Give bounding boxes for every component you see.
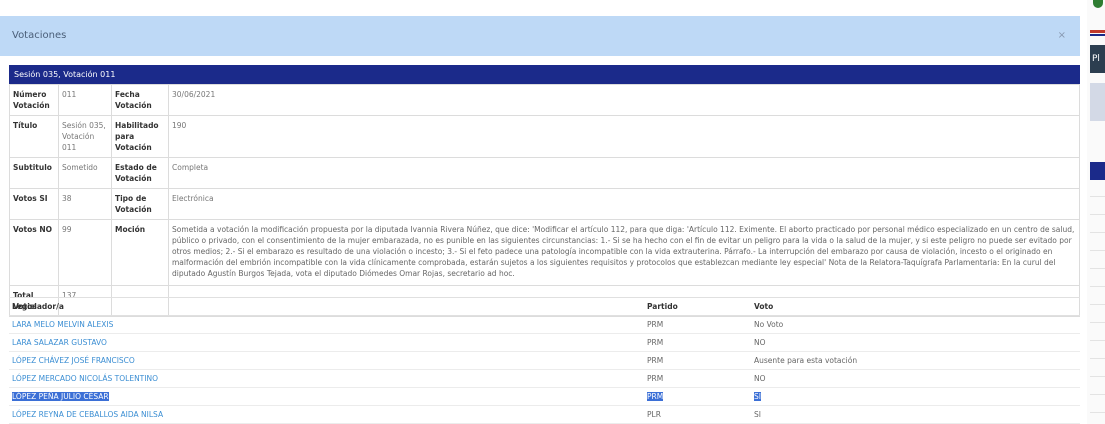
- mocion-label: Moción: [111, 219, 169, 286]
- titulo-value: Sesión 035, Votación 011: [58, 115, 112, 158]
- legislator-link[interactable]: LÓPEZ CHÁVEZ JOSÉ FRANCISCO: [12, 356, 135, 365]
- numero-votacion-label: Número Votación: [9, 84, 59, 116]
- background-row: [1090, 268, 1105, 269]
- background-row: [1090, 214, 1105, 215]
- voto-cell: Ausente para esta votación: [751, 351, 1080, 370]
- legislator-link[interactable]: LÓPEZ MERCADO NICOLÁS TOLENTINO: [12, 374, 158, 383]
- habilitado-label: Habilitado para Votación: [111, 115, 169, 158]
- voto-cell: SI: [754, 392, 761, 401]
- legislator-link[interactable]: LÓPEZ REYNA DE CEBALLOS AIDA NILSA: [12, 410, 163, 419]
- background-row: [1090, 340, 1105, 341]
- voto-cell: SI: [751, 405, 1080, 424]
- habilitado-value: 190: [168, 115, 1080, 158]
- partido-cell: PRM: [644, 351, 751, 370]
- mocion-value: Sometida a votación la modificación prop…: [168, 219, 1080, 286]
- background-page: Pl: [1087, 0, 1105, 424]
- voto-header[interactable]: Voto: [751, 297, 1080, 316]
- table-row: LÓPEZ REYNA DE CEBALLOS AIDA NILSA PLR S…: [9, 405, 1080, 424]
- vote-info-table: Número Votación 011 Fecha Votación 30/06…: [9, 84, 1080, 317]
- voto-cell: No Voto: [751, 315, 1080, 334]
- votos-si-label: Votos SI: [9, 188, 59, 220]
- estado-value: Completa: [168, 157, 1080, 189]
- table-row: LARA SALAZAR GUSTAVO PRM NO: [9, 333, 1080, 352]
- legislator-link[interactable]: LÓPEZ PEÑA JULIO CÉSAR: [12, 392, 109, 401]
- table-row: LÓPEZ CHÁVEZ JOSÉ FRANCISCO PRM Ausente …: [9, 351, 1080, 370]
- partido-header[interactable]: Partido: [644, 297, 751, 316]
- background-row: [1090, 196, 1105, 197]
- background-band: [1090, 83, 1105, 121]
- tipo-value: Electrónica: [168, 188, 1080, 220]
- background-row: [1090, 376, 1105, 377]
- session-header: Sesión 035, Votación 011: [9, 65, 1080, 84]
- background-bar: [1090, 162, 1105, 180]
- logo-icon: [1093, 0, 1103, 8]
- voto-cell: NO: [751, 369, 1080, 388]
- votos-no-label: Votos NO: [9, 219, 59, 286]
- table-row-selected: LÓPEZ PEÑA JULIO CÉSAR PRM SI: [9, 387, 1080, 406]
- votos-si-value: 38: [58, 188, 112, 220]
- background-row: [1090, 250, 1105, 251]
- legislator-link[interactable]: LARA SALAZAR GUSTAVO: [12, 338, 107, 347]
- table-row: LÓPEZ MERCADO NICOLÁS TOLENTINO PRM NO: [9, 369, 1080, 388]
- estado-label: Estado de Votación: [111, 157, 169, 189]
- background-nav: Pl: [1090, 45, 1105, 73]
- partido-cell: PRM: [644, 369, 751, 388]
- background-row: [1090, 358, 1105, 359]
- table-row: LARA MELO MELVIN ALEXIS PRM No Voto: [9, 315, 1080, 334]
- partido-cell: PRM: [644, 315, 751, 334]
- background-row: [1090, 232, 1105, 233]
- legislators-table: Legislador/a Partido Voto LARA MELO MELV…: [9, 297, 1080, 424]
- tipo-label: Tipo de Votación: [111, 188, 169, 220]
- titulo-label: Título: [9, 115, 59, 158]
- background-row: [1090, 286, 1105, 287]
- background-accent-red: [1090, 30, 1105, 33]
- modal-title: Votaciones: [12, 30, 67, 41]
- background-row: [1090, 322, 1105, 323]
- background-row: [1090, 412, 1105, 413]
- subtitulo-value: Sometido: [58, 157, 112, 189]
- votaciones-modal: Votaciones × Sesión 035, Votación 011 Nú…: [0, 16, 1085, 424]
- fecha-votacion-label: Fecha Votación: [111, 84, 169, 116]
- partido-cell: PRM: [644, 333, 751, 352]
- modal-header: Votaciones ×: [0, 16, 1080, 56]
- subtitulo-label: Subtitulo: [9, 157, 59, 189]
- partido-cell: PRM: [647, 392, 664, 401]
- legislador-header[interactable]: Legislador/a: [9, 297, 644, 316]
- table-header-row: Legislador/a Partido Voto: [9, 297, 1080, 316]
- background-accent-blue: [1090, 34, 1105, 36]
- legislator-link[interactable]: LARA MELO MELVIN ALEXIS: [12, 320, 113, 329]
- background-row: [1090, 304, 1105, 305]
- partido-cell: PLR: [644, 405, 751, 424]
- numero-votacion-value: 011: [58, 84, 112, 116]
- votos-no-value: 99: [58, 219, 112, 286]
- voto-cell: NO: [751, 333, 1080, 352]
- fecha-votacion-value: 30/06/2021: [168, 84, 1080, 116]
- background-row: [1090, 394, 1105, 395]
- close-icon[interactable]: ×: [1058, 16, 1066, 56]
